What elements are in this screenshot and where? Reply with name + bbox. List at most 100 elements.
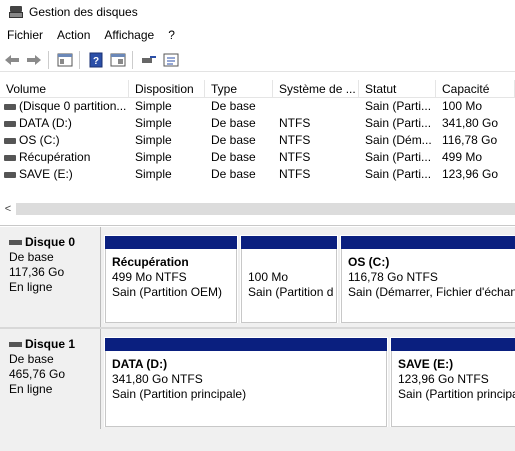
volume-name: OS (C:) — [19, 133, 60, 147]
volume-type: De base — [211, 116, 256, 130]
column-header-type[interactable]: Type — [205, 80, 273, 97]
volume-status: Sain (Parti... — [365, 99, 432, 113]
partition-bar — [391, 338, 515, 351]
table-row[interactable]: DATA (D:) Simple De base NTFS Sain (Part… — [0, 115, 515, 132]
volume-type: De base — [211, 133, 256, 147]
volume-icon — [4, 120, 16, 127]
partition-block[interactable]: OS (C:) 116,78 Go NTFS Sain (Démarrer, F… — [340, 235, 515, 323]
partition-name: Récupération — [112, 255, 189, 269]
partition-bar — [105, 236, 237, 249]
partition-name: DATA (D:) — [112, 357, 168, 371]
partition-size: 341,80 Go NTFS — [112, 372, 203, 386]
disk-management-icon — [9, 6, 23, 18]
volume-name: DATA (D:) — [19, 116, 72, 130]
partition-block[interactable]: DATA (D:) 341,80 Go NTFS Sain (Partition… — [104, 337, 388, 427]
partition-size: 116,78 Go NTFS — [348, 270, 438, 284]
disk-size: 117,36 Go — [9, 265, 65, 279]
partition-status: Sain (Partition principale) — [112, 387, 247, 401]
disk-name: Disque 1 — [25, 337, 76, 351]
disk-icon — [9, 240, 22, 245]
horizontal-scrollbar[interactable]: < — [0, 200, 515, 217]
volume-capacity: 341,80 Go — [442, 116, 499, 130]
pane-divider[interactable] — [0, 225, 515, 226]
volume-disposition: Simple — [135, 99, 172, 113]
disk-name: Disque 0 — [25, 235, 76, 249]
menu-action[interactable]: Action — [50, 28, 97, 42]
menu-fichier[interactable]: Fichier — [0, 28, 50, 42]
volume-disposition: Simple — [135, 167, 172, 181]
partition-status: Sain (Partition d — [248, 285, 334, 299]
column-header-disposition[interactable]: Disposition — [129, 80, 205, 97]
menu-help[interactable]: ? — [161, 28, 182, 42]
volume-icon — [4, 154, 16, 161]
table-row[interactable]: OS (C:) Simple De base NTFS Sain (Dém...… — [0, 132, 515, 149]
back-arrow-icon[interactable] — [2, 50, 22, 70]
column-header-capacity[interactable]: Capacité — [436, 80, 515, 97]
volume-status: Sain (Parti... — [365, 116, 432, 130]
partition-block[interactable]: SAVE (E:) 123,96 Go NTFS Sain (Partition… — [390, 337, 515, 427]
column-header-status[interactable]: Statut — [359, 80, 436, 97]
volume-list: Volume Disposition Type Système de ... S… — [0, 80, 515, 200]
disk-info[interactable]: Disque 1 De base 465,76 Go En ligne — [0, 329, 101, 429]
toolbar: ? — [0, 48, 515, 72]
console-tree-icon[interactable] — [55, 50, 75, 70]
partition-status: Sain (Partition OEM) — [112, 285, 223, 299]
toolbar-separator — [48, 50, 49, 69]
toolbar-separator — [79, 50, 80, 69]
title-bar: Gestion des disques — [0, 0, 515, 24]
window-title: Gestion des disques — [29, 5, 138, 19]
partition-status: Sain (Démarrer, Fichier d'échang — [348, 285, 515, 299]
disk-graphical-pane: Disque 0 De base 117,36 Go En ligne Récu… — [0, 227, 515, 451]
disk-state: En ligne — [9, 382, 53, 396]
volume-icon — [4, 171, 16, 178]
disk-row-0: Disque 0 De base 117,36 Go En ligne Récu… — [0, 227, 515, 327]
column-header-volume[interactable]: Volume — [0, 80, 129, 97]
volume-icon — [4, 137, 16, 144]
volume-capacity: 116,78 Go — [442, 133, 498, 147]
volume-status: Sain (Parti... — [365, 150, 432, 164]
partition-block[interactable]: Récupération 499 Mo NTFS Sain (Partition… — [104, 235, 238, 323]
disk-icon — [9, 342, 22, 347]
partition-name: SAVE (E:) — [398, 357, 454, 371]
volume-type: De base — [211, 167, 256, 181]
volume-list-header: Volume Disposition Type Système de ... S… — [0, 80, 515, 98]
volume-name: Récupération — [19, 150, 91, 164]
volume-filesystem — [273, 98, 359, 115]
volume-name: SAVE (E:) — [19, 167, 73, 181]
menu-bar: Fichier Action Affichage ? — [0, 25, 515, 45]
disk-type: De base — [9, 250, 54, 264]
volume-capacity: 123,96 Go — [442, 167, 499, 181]
partition-bar — [341, 236, 515, 249]
scrollbar-track[interactable] — [16, 203, 515, 215]
table-row[interactable]: SAVE (E:) Simple De base NTFS Sain (Part… — [0, 166, 515, 183]
disk-size: 465,76 Go — [9, 367, 66, 381]
volume-icon — [4, 103, 16, 110]
forward-arrow-icon[interactable] — [24, 50, 44, 70]
table-row[interactable]: Récupération Simple De base NTFS Sain (P… — [0, 149, 515, 166]
toolbar-separator — [132, 50, 133, 69]
volume-disposition: Simple — [135, 116, 172, 130]
partition-size: 499 Mo NTFS — [112, 270, 187, 284]
disk-info[interactable]: Disque 0 De base 117,36 Go En ligne — [0, 227, 101, 327]
rescan-disks-icon[interactable] — [139, 50, 159, 70]
partition-bar — [241, 236, 337, 249]
column-header-filesystem[interactable]: Système de ... — [273, 80, 359, 97]
volume-filesystem: NTFS — [279, 133, 311, 147]
volume-status: Sain (Dém... — [365, 133, 432, 147]
scroll-left-arrow[interactable]: < — [0, 203, 16, 215]
volume-capacity: 100 Mo — [442, 99, 483, 113]
properties-icon[interactable] — [108, 50, 128, 70]
svg-text:?: ? — [93, 56, 99, 67]
volume-status: Sain (Parti... — [365, 167, 432, 181]
details-icon[interactable] — [161, 50, 181, 70]
volume-filesystem: NTFS — [279, 116, 311, 130]
partition-block[interactable]: 100 Mo Sain (Partition d — [240, 235, 338, 323]
disk-state: En ligne — [9, 280, 53, 294]
table-row[interactable]: (Disque 0 partition... Simple De base Sa… — [0, 98, 515, 115]
volume-filesystem: NTFS — [279, 167, 311, 181]
help-icon[interactable]: ? — [86, 50, 106, 70]
partition-bar — [105, 338, 387, 351]
partition-status: Sain (Partition principa — [398, 387, 515, 401]
menu-affichage[interactable]: Affichage — [97, 28, 161, 42]
disk-type: De base — [9, 352, 54, 366]
